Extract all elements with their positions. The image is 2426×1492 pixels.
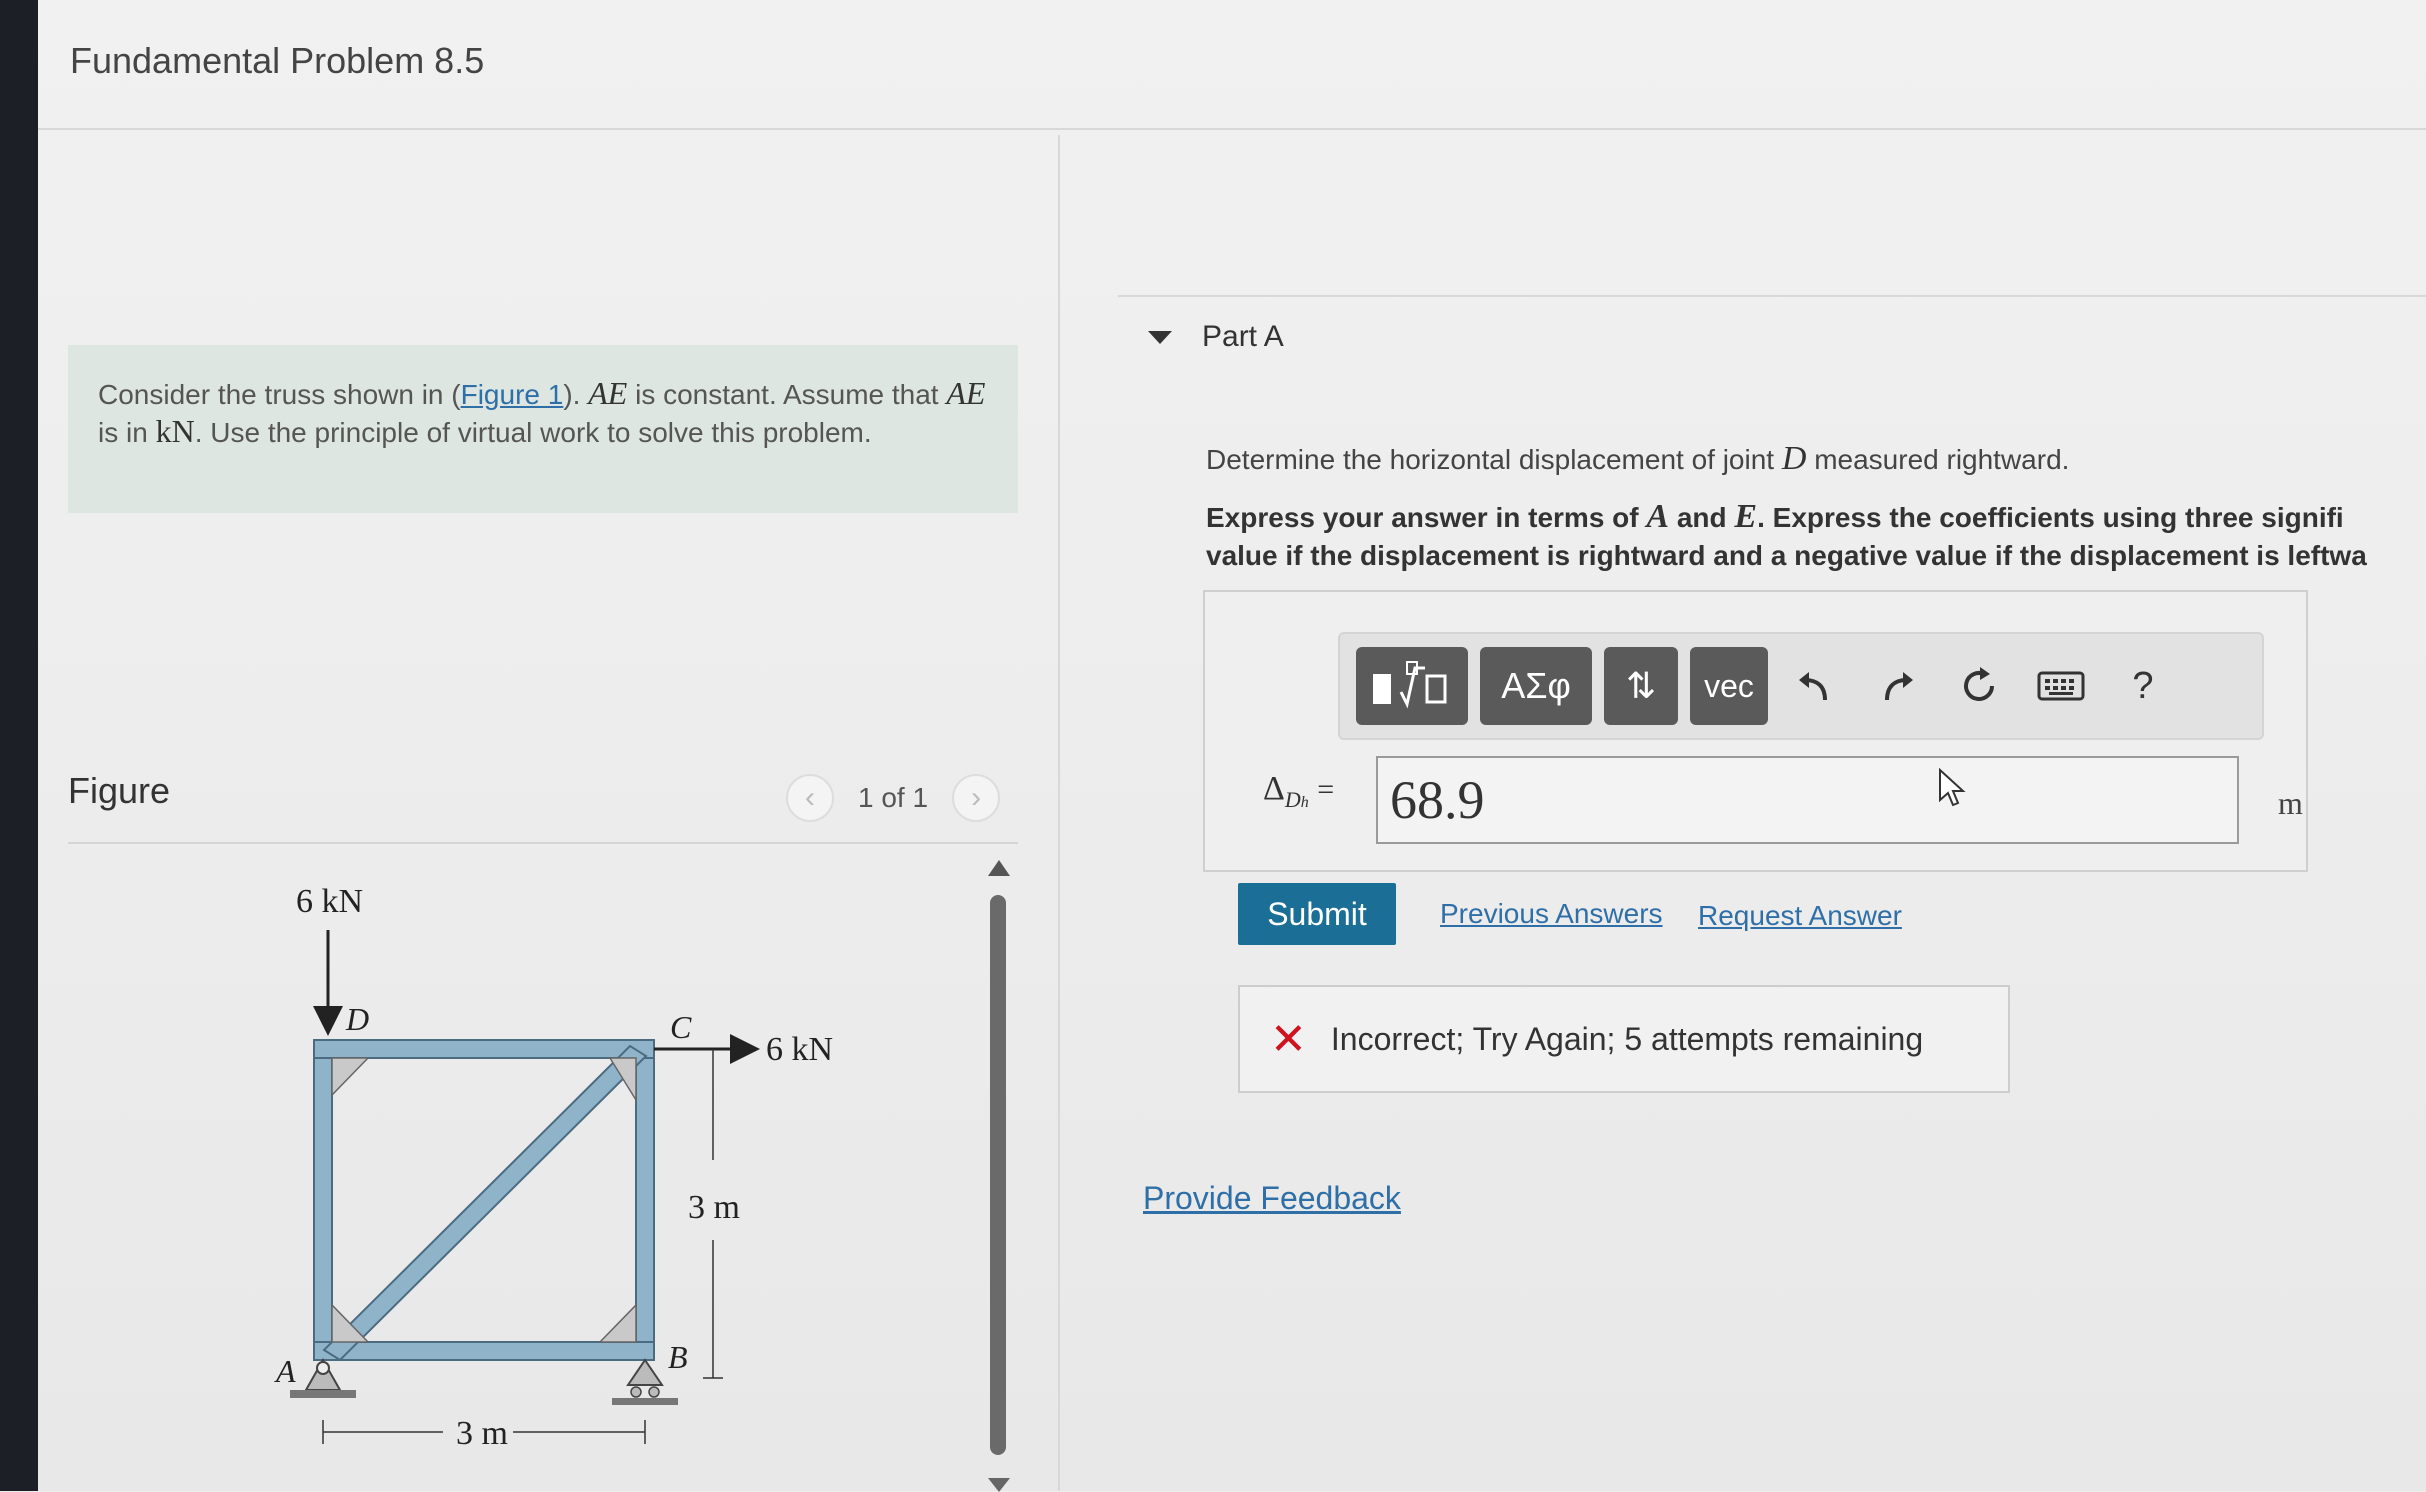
screen-bezel [0,0,38,1491]
redo-icon [1885,672,1913,701]
submit-button[interactable]: Submit [1238,883,1396,945]
provide-feedback-link[interactable]: Provide Feedback [1143,1180,1401,1217]
support-a [290,1357,356,1398]
redo-button[interactable] [1862,647,1932,725]
scrollbar-thumb[interactable] [990,895,1006,1455]
part-divider [1118,295,2426,297]
figure-label: Figure [68,770,171,811]
scroll-down-arrow[interactable] [988,1478,1010,1492]
next-figure-button[interactable]: › [952,774,1001,822]
feedback-message: ✕ Incorrect; Try Again; 5 attempts remai… [1238,985,2010,1093]
load-label-right: 6 kN [766,1031,833,1068]
figure-pager: ‹ 1 of 1 › [786,770,1001,826]
truss-members [313,1039,655,1362]
answer-unit: m [2278,785,2303,821]
feedback-text: Incorrect; Try Again; 5 attempts remaini… [1330,1020,1924,1057]
gusset-b [598,1303,637,1343]
vector-button[interactable]: vec [1690,647,1768,725]
member-ab [313,1341,655,1361]
answer-instructions: Express your answer in terms of A and E.… [1206,498,2367,571]
refresh-icon [1964,667,1994,701]
question-text: Determine the horizontal displacement of… [1206,440,2070,477]
figure-link[interactable]: Figure 1 [461,379,564,410]
problem-statement: Consider the truss shown in (Figure 1). … [68,345,1018,513]
member-ac [322,1044,648,1362]
keyboard-button[interactable] [2026,647,2096,725]
node-label-c: C [670,1009,692,1045]
fraction-radical-icon [1373,661,1447,709]
answer-label: ΔDh = [1263,770,1335,812]
member-ad [313,1039,333,1361]
node-label-b: B [668,1339,688,1375]
undo-icon [1799,672,1827,701]
greek-symbols-button[interactable]: ΑΣφ [1480,647,1592,725]
templates-button[interactable] [1356,647,1468,725]
scroll-up-arrow[interactable] [988,860,1010,876]
part-a-toggle[interactable]: Part A [1148,320,1284,354]
math-toolbar: ΑΣφ ⇅ vec ? [1338,632,2264,740]
chevron-left-icon: ‹ [805,781,815,814]
caret-down-icon [1148,330,1172,344]
undo-button[interactable] [1780,647,1850,725]
node-label-a: A [274,1353,296,1389]
mouse-cursor-icon [1939,768,1966,807]
truss-diagram: 6 kN 6 kN D C A B 3 m 3 m [274,883,833,1452]
dim-label-horizontal: 3 m [456,1415,508,1452]
truss-figure: 6 kN 6 kN D C A B 3 m 3 m [218,860,898,1480]
load-label-top: 6 kN [296,883,363,920]
previous-answers-link[interactable]: Previous Answers [1440,898,1663,930]
gusset-d [331,1057,370,1097]
header-divider [38,128,2426,130]
column-divider [1058,135,1060,1491]
incorrect-x-icon: ✕ [1270,1014,1307,1064]
node-label-d: D [345,1001,369,1037]
figure-divider [68,842,1018,844]
chevron-right-icon: › [971,781,982,814]
page-title: Fundamental Problem 8.5 [70,40,485,81]
answer-input[interactable] [1376,756,2239,844]
member-dc [313,1039,655,1059]
keyboard-icon [2037,671,2085,701]
sub-superscript-button[interactable]: ⇅ [1604,647,1678,725]
reset-button[interactable] [1944,647,2014,725]
member-bc [635,1039,655,1361]
dim-label-vertical: 3 m [688,1189,740,1226]
prev-figure-button[interactable]: ‹ [786,774,834,822]
part-a-title: Part A [1202,320,1284,353]
help-button[interactable]: ? [2108,647,2178,725]
request-answer-link[interactable]: Request Answer [1698,900,1902,932]
page: Fundamental Problem 8.5 Consider the tru… [38,0,2426,1492]
pager-text: 1 of 1 [858,782,929,813]
